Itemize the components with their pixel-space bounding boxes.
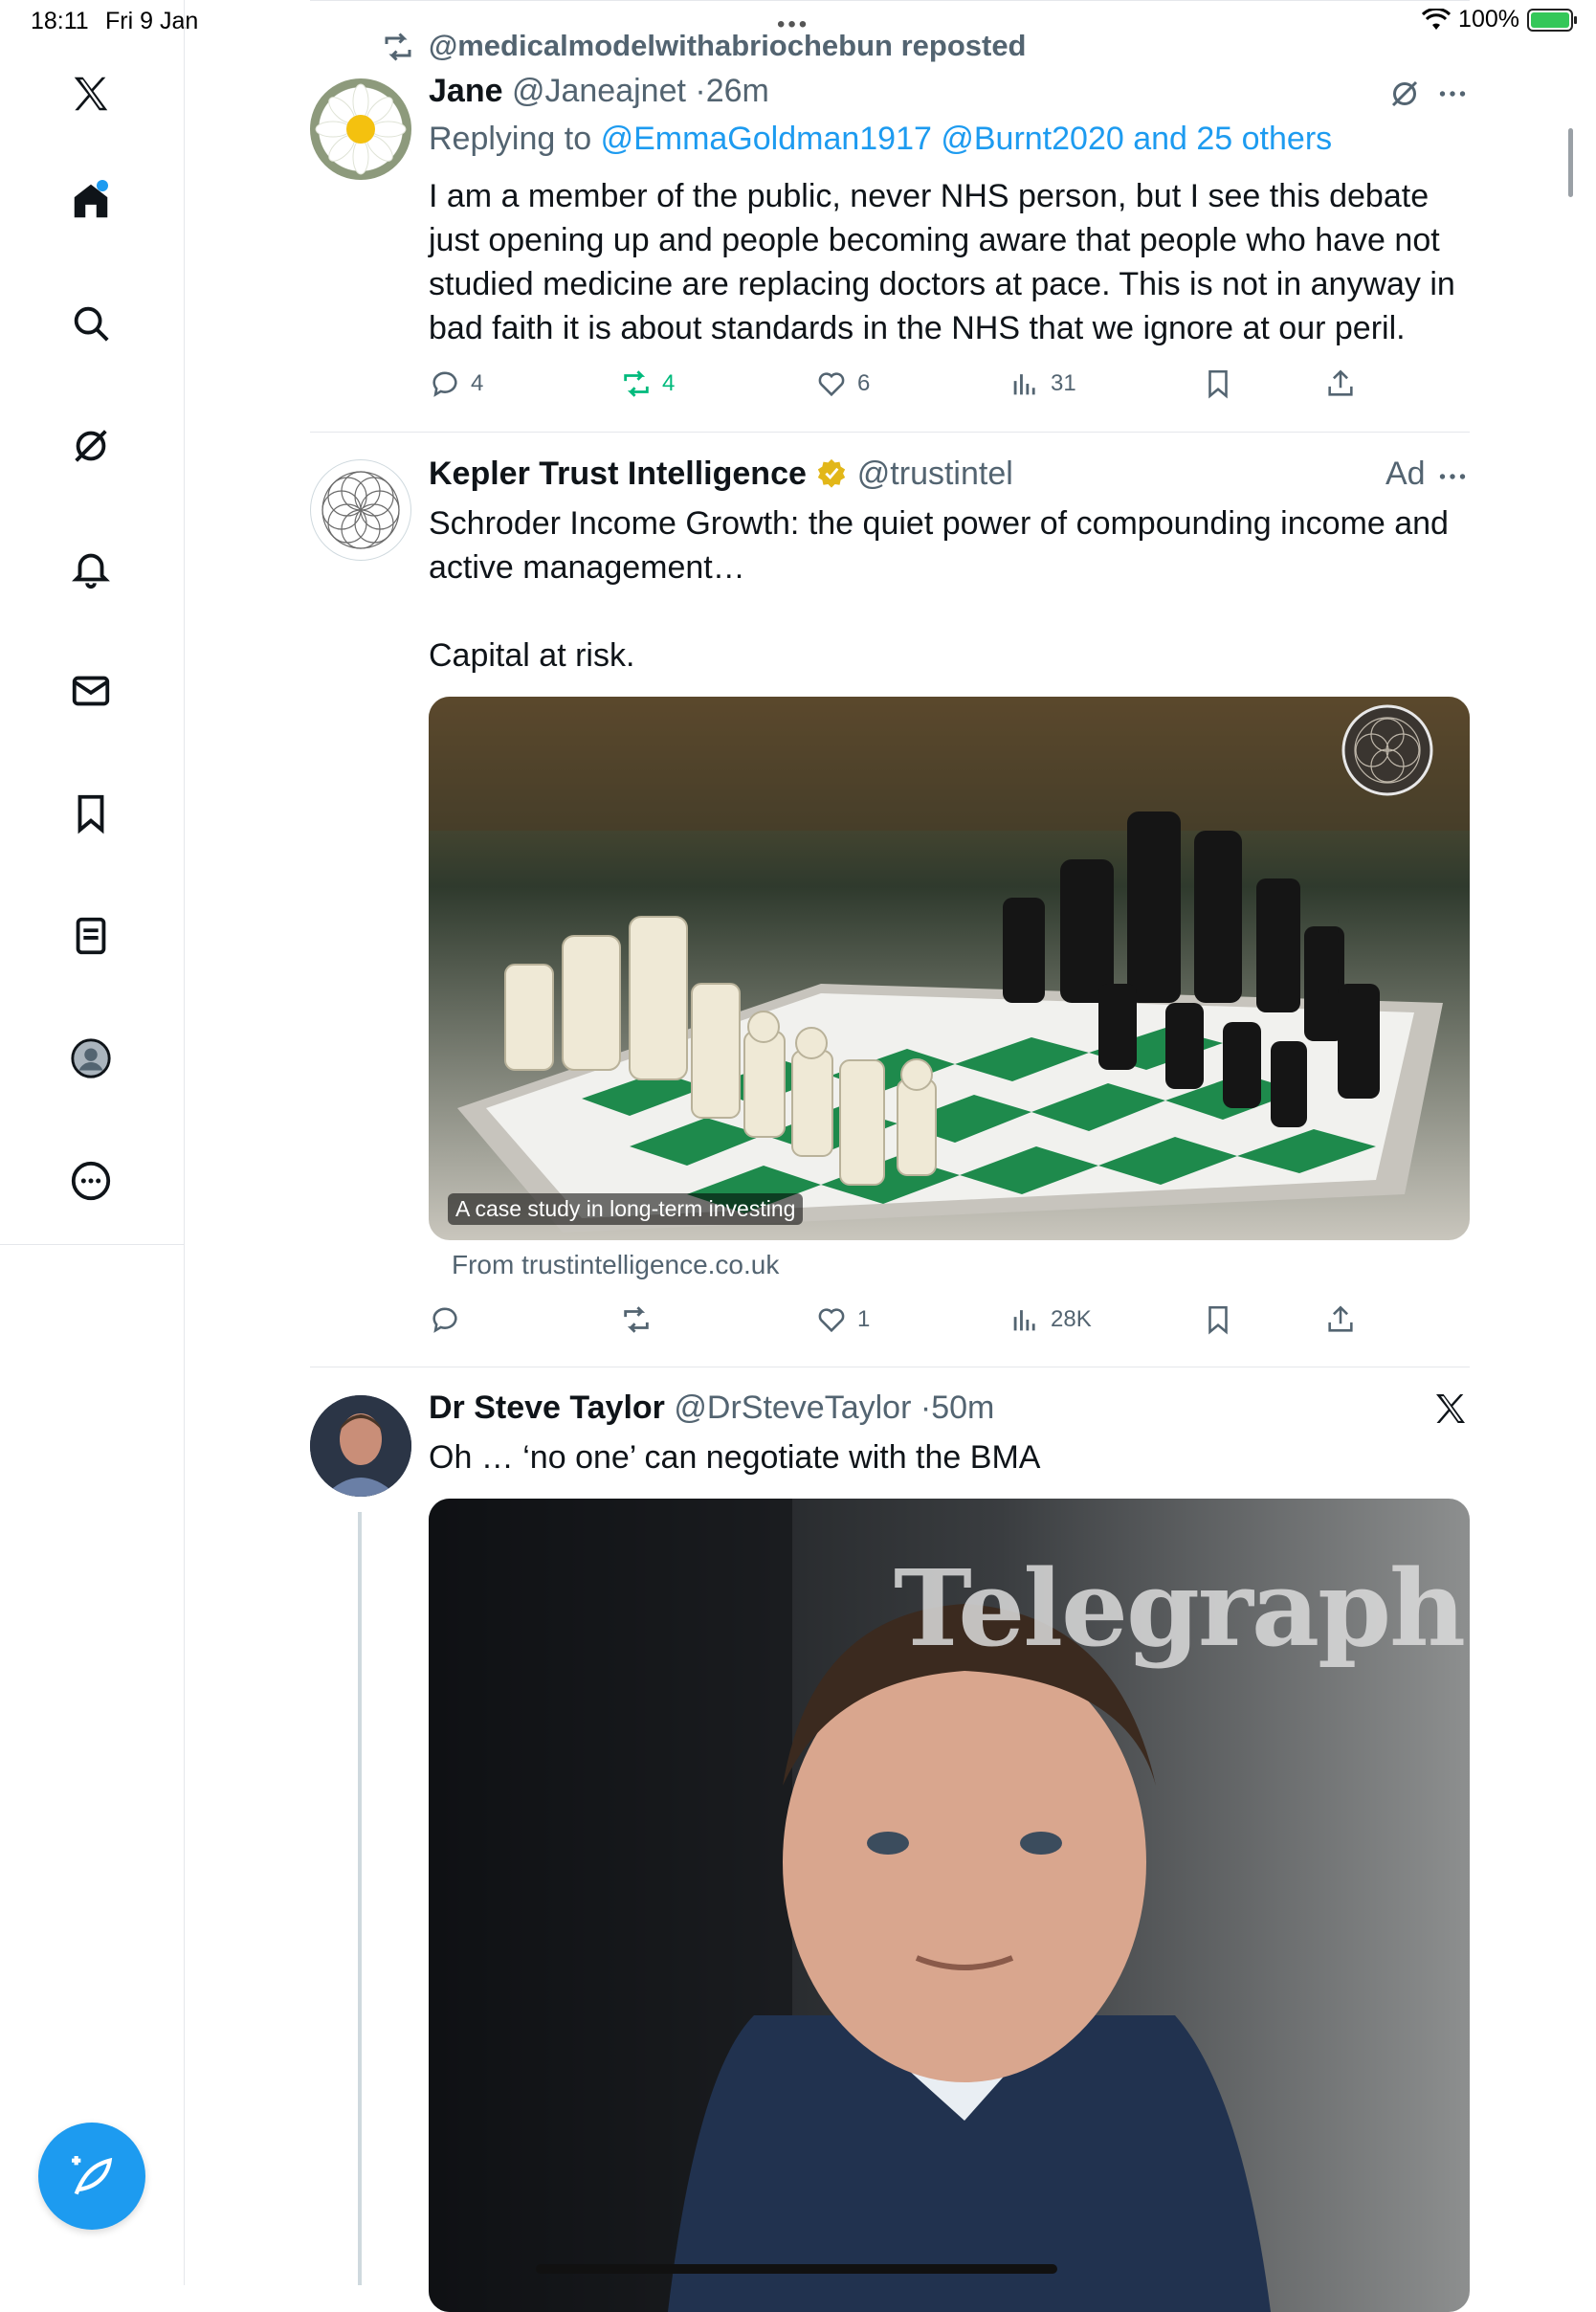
avatar-dr-steve-taylor[interactable] <box>310 1395 411 1497</box>
tweet-actions: 1 28K <box>429 1303 1395 1342</box>
reply-icon <box>432 1307 457 1333</box>
ad-label: Ad <box>1385 456 1426 492</box>
ad-source-link[interactable]: From trustintelligence.co.uk <box>452 1250 779 1280</box>
views-button[interactable]: 31 <box>1009 367 1076 400</box>
separator-dot: · <box>695 73 706 109</box>
messages-icon[interactable] <box>60 660 122 722</box>
bookmark-button[interactable] <box>1202 367 1234 400</box>
replying-to: Replying to @EmmaGoldman1917 @Burnt2020 … <box>429 121 1332 158</box>
battery-icon <box>1527 8 1577 32</box>
more-icon[interactable] <box>60 1150 122 1212</box>
replying-prefix: Replying to <box>429 121 592 157</box>
tweet-text-disclaimer: Capital at risk. <box>429 637 635 674</box>
heart-icon <box>818 372 845 397</box>
more-options-icon[interactable] <box>1435 77 1470 111</box>
author-handle[interactable]: @DrSteveTaylor <box>674 1389 911 1426</box>
repost-icon <box>385 33 411 61</box>
x-logo-icon[interactable] <box>60 63 122 124</box>
repost-icon <box>624 1306 649 1333</box>
search-icon[interactable] <box>60 293 122 354</box>
compose-feather-icon <box>72 2156 113 2195</box>
reply-icon <box>432 371 457 397</box>
profile-icon[interactable] <box>60 1028 122 1089</box>
profile-photo <box>310 1395 411 1497</box>
daisy-image <box>315 83 407 175</box>
thread-line <box>358 1512 362 2285</box>
home-indicator <box>536 2264 1057 2274</box>
view-count: 31 <box>1051 370 1076 396</box>
chess-board-image <box>429 697 1470 1240</box>
like-count: 1 <box>857 1306 871 1332</box>
grok-explain-icon[interactable] <box>1387 77 1422 111</box>
view-count: 28K <box>1051 1306 1092 1332</box>
like-count: 6 <box>857 370 871 396</box>
author-handle[interactable]: @Janeajnet <box>512 73 686 109</box>
sidebar-divider <box>0 1244 184 1245</box>
notifications-icon[interactable] <box>60 538 122 599</box>
repost-button[interactable] <box>620 1303 653 1336</box>
reply-button[interactable] <box>429 1303 461 1336</box>
compose-button[interactable] <box>38 2123 145 2230</box>
scroll-indicator[interactable] <box>1568 128 1573 197</box>
status-right: 100% <box>1422 6 1577 33</box>
tweet-actions: 4 4 6 31 <box>429 367 1395 406</box>
ad-media-card[interactable]: A case study in long-term investing <box>429 697 1470 1240</box>
tweet-header: Kepler Trust Intelligence @trustintel <box>429 456 1013 493</box>
share-button[interactable] <box>1324 1303 1357 1336</box>
feed-top-divider <box>310 0 1470 1</box>
reply-button[interactable]: 4 <box>429 367 483 400</box>
battery-percent: 100% <box>1458 6 1519 33</box>
lists-icon[interactable] <box>60 905 122 967</box>
tweet-text: Schroder Income Growth: the quiet power … <box>429 505 1449 586</box>
unread-dot <box>97 180 108 191</box>
bookmark-icon <box>1208 369 1228 399</box>
kepler-logo-icon <box>321 471 400 549</box>
avatar-jane[interactable] <box>310 78 411 180</box>
author-handle[interactable]: @trustintel <box>857 456 1013 492</box>
repost-button[interactable]: 4 <box>620 367 675 400</box>
close-icon[interactable] <box>1431 1389 1470 1428</box>
share-icon <box>1328 1305 1353 1332</box>
bookmarks-icon[interactable] <box>60 783 122 844</box>
telegraph-watermark: Telegraph <box>894 1546 1466 1670</box>
replying-to-users[interactable]: @EmmaGoldman1917 @Burnt2020 and 25 other… <box>601 121 1333 157</box>
verified-badge-icon <box>818 458 846 488</box>
tweet-time[interactable]: 26m <box>706 73 769 109</box>
repost-banner[interactable]: @medicalmodelwithabriochebun reposted <box>429 29 1027 63</box>
like-button[interactable]: 1 <box>815 1303 870 1336</box>
views-icon <box>1013 1310 1035 1331</box>
author-name[interactable]: Kepler Trust Intelligence <box>429 456 807 492</box>
tweet-text: Oh … ‘no one’ can negotiate with the BMA <box>429 1439 1041 1476</box>
tweet-header: Dr Steve Taylor @DrSteveTaylor ·50m <box>429 1389 994 1427</box>
reply-count: 4 <box>471 370 484 396</box>
repost-count: 4 <box>662 370 676 396</box>
views-button[interactable]: 28K <box>1009 1303 1092 1336</box>
tweet-media[interactable]: Telegraph <box>429 1499 1470 2312</box>
like-button[interactable]: 6 <box>815 367 870 400</box>
share-button[interactable] <box>1324 367 1357 400</box>
repost-icon <box>624 370 649 397</box>
author-name[interactable]: Dr Steve Taylor <box>429 1389 665 1426</box>
tweet-header: Jane @Janeajnet ·26m <box>429 73 769 110</box>
wifi-icon <box>1422 8 1452 30</box>
more-options-icon[interactable] <box>1435 459 1470 494</box>
tweet-text: I am a member of the public, never NHS p… <box>429 178 1455 346</box>
tweet-time[interactable]: 50m <box>931 1389 994 1426</box>
home-icon[interactable] <box>60 170 122 232</box>
bookmark-icon <box>1208 1305 1228 1335</box>
image-caption: A case study in long-term investing <box>448 1193 804 1225</box>
share-icon <box>1328 369 1353 396</box>
separator-dot: · <box>920 1389 932 1426</box>
grok-icon[interactable] <box>60 415 122 477</box>
views-icon <box>1013 374 1035 395</box>
tweet-divider <box>310 432 1470 433</box>
avatar-kepler[interactable] <box>310 459 411 561</box>
author-name[interactable]: Jane <box>429 73 503 109</box>
bookmark-button[interactable] <box>1202 1303 1234 1336</box>
heart-icon <box>818 1308 845 1333</box>
sidebar <box>0 0 185 2285</box>
